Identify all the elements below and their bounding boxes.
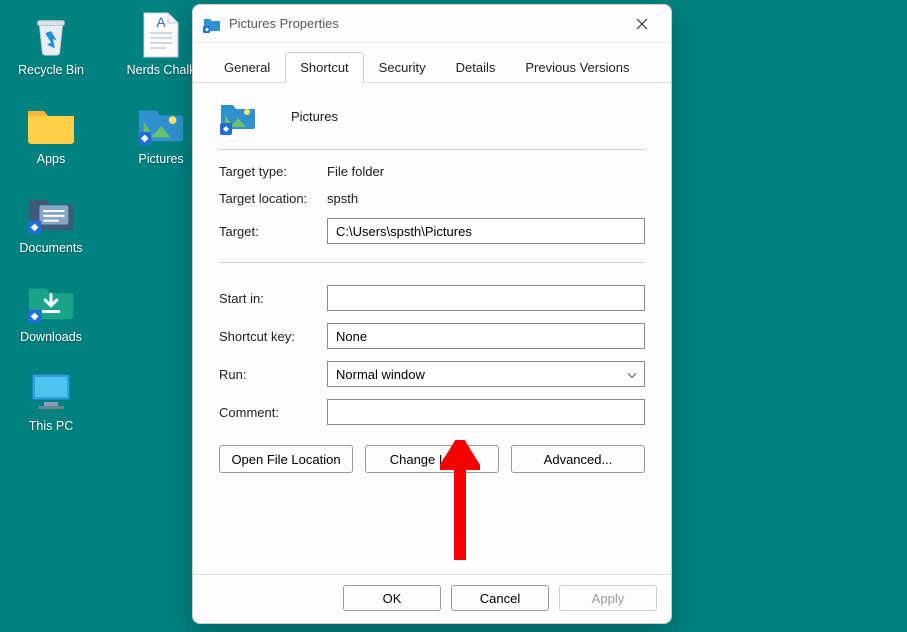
desktop-icon-label: Documents bbox=[19, 241, 82, 255]
desktop-icon-label: This PC bbox=[29, 419, 73, 433]
tabstrip: General Shortcut Security Details Previo… bbox=[193, 43, 671, 83]
run-label: Run: bbox=[219, 367, 327, 382]
shortcut-key-label: Shortcut key: bbox=[219, 329, 327, 344]
desktop-icon-label: Nerds Chalk bbox=[127, 63, 196, 77]
advanced-button[interactable]: Advanced... bbox=[511, 445, 645, 473]
properties-dialog: Pictures Properties General Shortcut Sec… bbox=[192, 4, 672, 624]
tab-details[interactable]: Details bbox=[441, 52, 511, 83]
run-select[interactable]: Normal window bbox=[327, 361, 645, 387]
comment-label: Comment: bbox=[219, 405, 327, 420]
desktop-icon-label: Pictures bbox=[138, 152, 183, 166]
desktop-icon-downloads[interactable]: Downloads bbox=[8, 277, 94, 344]
close-button[interactable] bbox=[621, 9, 663, 39]
change-icon-button[interactable]: Change Icon... bbox=[365, 445, 499, 473]
dialog-title: Pictures Properties bbox=[229, 16, 621, 31]
ok-button[interactable]: OK bbox=[343, 585, 441, 611]
start-in-label: Start in: bbox=[219, 291, 327, 306]
start-in-input[interactable] bbox=[327, 285, 645, 311]
document-icon: A bbox=[136, 10, 186, 60]
shortcut-name: Pictures bbox=[291, 109, 338, 124]
pictures-folder-icon bbox=[203, 15, 221, 33]
target-location-label: Target location: bbox=[219, 191, 327, 206]
pictures-folder-icon bbox=[136, 99, 186, 149]
comment-input[interactable] bbox=[327, 399, 645, 425]
tab-shortcut[interactable]: Shortcut bbox=[285, 52, 363, 83]
tab-security[interactable]: Security bbox=[364, 52, 441, 83]
desktop-icon-documents[interactable]: Documents bbox=[8, 188, 94, 255]
titlebar[interactable]: Pictures Properties bbox=[193, 5, 671, 43]
target-type-label: Target type: bbox=[219, 164, 327, 179]
desktop-icon-recycle-bin[interactable]: Recycle Bin bbox=[8, 10, 94, 77]
desktop-icon-apps[interactable]: Apps bbox=[8, 99, 94, 166]
target-input[interactable] bbox=[327, 218, 645, 244]
desktop-icon-label: Recycle Bin bbox=[18, 63, 84, 77]
desktop-icon-this-pc[interactable]: This PC bbox=[8, 366, 94, 433]
target-type-value: File folder bbox=[327, 164, 384, 179]
target-location-value: spsth bbox=[327, 191, 358, 206]
apply-button[interactable]: Apply bbox=[559, 585, 657, 611]
dialog-footer: OK Cancel Apply bbox=[193, 574, 671, 623]
this-pc-icon bbox=[26, 366, 76, 416]
desktop-icon-label: Downloads bbox=[20, 330, 82, 344]
tab-general[interactable]: General bbox=[209, 52, 285, 83]
svg-text:A: A bbox=[156, 14, 166, 30]
cancel-button[interactable]: Cancel bbox=[451, 585, 549, 611]
tab-content-shortcut: Pictures Target type: File folder Target… bbox=[193, 83, 671, 574]
shortcut-key-input[interactable] bbox=[327, 323, 645, 349]
open-file-location-button[interactable]: Open File Location bbox=[219, 445, 353, 473]
desktop-icon-label: Apps bbox=[37, 152, 66, 166]
close-icon bbox=[636, 18, 648, 30]
pictures-folder-icon bbox=[219, 97, 257, 135]
target-label: Target: bbox=[219, 224, 327, 239]
separator bbox=[219, 262, 645, 263]
tab-previous-versions[interactable]: Previous Versions bbox=[510, 52, 644, 83]
recycle-bin-icon bbox=[26, 10, 76, 60]
downloads-folder-icon bbox=[26, 277, 76, 327]
documents-folder-icon bbox=[26, 188, 76, 238]
folder-icon bbox=[26, 99, 76, 149]
